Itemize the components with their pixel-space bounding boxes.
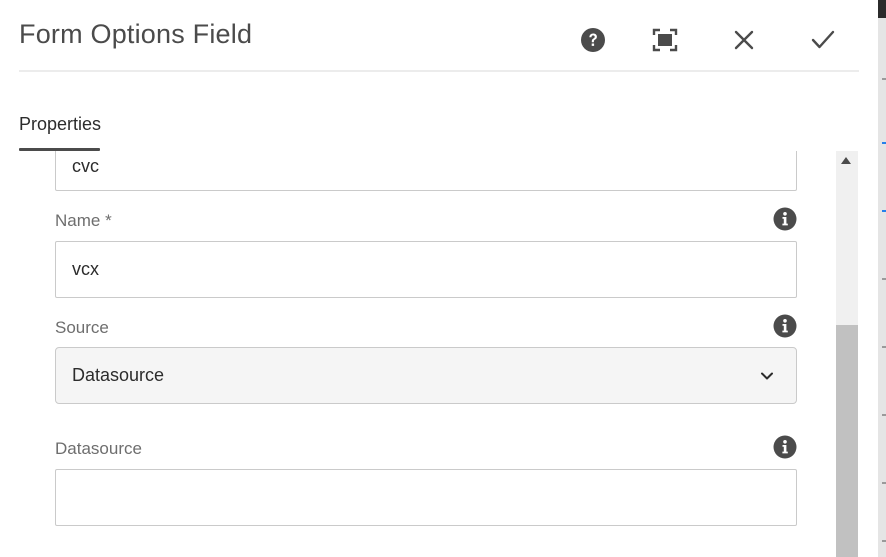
background-divider [882, 346, 886, 348]
dialog-title: Form Options Field [19, 19, 253, 49]
info-icon[interactable] [773, 435, 797, 459]
background-divider [882, 78, 886, 80]
background-divider [882, 210, 886, 212]
fullscreen-icon [652, 28, 678, 52]
background-divider [882, 414, 886, 416]
source-select-value: Datasource [72, 365, 165, 385]
datasource-label: Datasource [55, 439, 142, 458]
background-divider [882, 540, 886, 542]
source-select[interactable]: Datasource [55, 347, 797, 404]
background-divider [882, 278, 886, 280]
info-icon[interactable] [773, 314, 797, 338]
form-panel: cvc Name * vcx Source Datasource Datasou… [0, 151, 836, 557]
header-divider [19, 70, 859, 72]
help-button[interactable] [575, 22, 611, 58]
background-page-edge [878, 0, 886, 557]
background-divider [882, 142, 886, 144]
form-options-field-dialog: Form Options Field Properties cvc Name *… [0, 0, 878, 557]
title-field[interactable]: cvc [55, 151, 797, 191]
scrollbar[interactable] [836, 151, 858, 557]
fullscreen-button[interactable] [647, 22, 683, 58]
info-icon[interactable] [773, 207, 797, 231]
close-icon [734, 30, 754, 50]
chevron-down-icon [761, 372, 773, 379]
scroll-up-arrow-icon[interactable] [841, 157, 851, 164]
done-button[interactable] [805, 22, 841, 58]
help-icon [581, 28, 605, 52]
close-button[interactable] [726, 22, 762, 58]
background-dark-strip [878, 0, 886, 18]
source-label: Source [55, 318, 109, 337]
checkmark-icon [811, 30, 835, 49]
name-field[interactable]: vcx [55, 241, 797, 298]
datasource-field[interactable] [55, 469, 797, 526]
background-divider [882, 482, 886, 484]
tab-properties[interactable]: Properties [19, 114, 101, 135]
scrollbar-thumb[interactable] [836, 325, 858, 557]
name-label: Name * [55, 211, 112, 230]
